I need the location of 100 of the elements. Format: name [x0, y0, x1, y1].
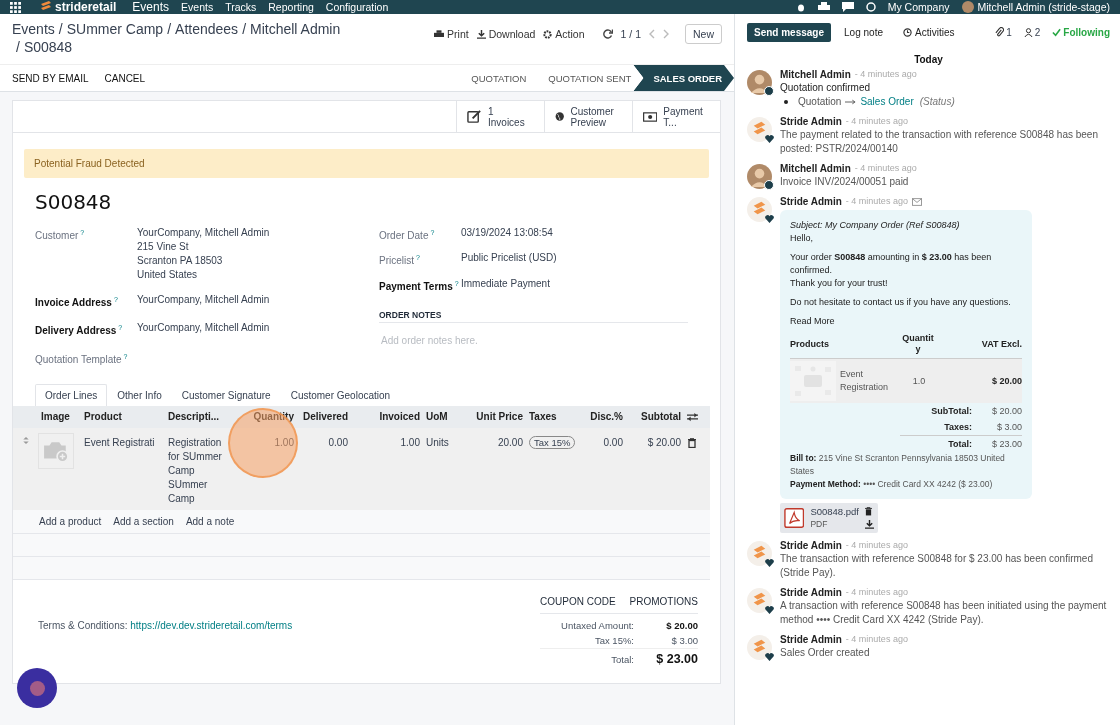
breadcrumb-item[interactable]: Events: [12, 21, 55, 37]
chat-icon[interactable]: [841, 2, 854, 12]
user-avatar[interactable]: [961, 1, 974, 13]
tab[interactable]: Other Info: [107, 384, 172, 406]
printer-icon[interactable]: [817, 2, 830, 12]
field-value[interactable]: YourCompany, Mitchell Admin 215 Vine St Scranton PA 18503 United States: [137, 226, 379, 282]
apps-menu-icon[interactable]: [10, 1, 21, 13]
drag-handle-icon[interactable]: [23, 436, 29, 445]
tab[interactable]: Order Lines: [35, 384, 108, 406]
breadcrumb-item[interactable]: SUmmer Camp: [66, 21, 164, 37]
field-value[interactable]: 03/19/2024 13:08:54: [461, 226, 698, 244]
author-name: Stride Admin: [780, 539, 842, 552]
column-header[interactable]: Delivered: [297, 411, 351, 423]
file-type: PDF: [810, 518, 829, 530]
author-name: Stride Admin: [780, 633, 842, 646]
column-header[interactable]: Taxes: [526, 411, 578, 423]
smart-button[interactable]: 1 Invoices: [456, 101, 544, 132]
footer-button[interactable]: PROMOTIONS: [629, 596, 698, 607]
smart-button[interactable]: Customer Preview: [544, 101, 632, 132]
column-header: Products: [790, 337, 830, 351]
total-label: Total:: [610, 653, 634, 667]
payment-method-text: Payment Method: •••• Credit Card XX 4242 ($ 23.00): [790, 478, 994, 491]
chatter-button[interactable]: Send message: [747, 22, 832, 42]
field-label: Customer $^{?}$: [35, 228, 86, 244]
field-label: Pricelist $^{?}$: [379, 253, 421, 269]
column-header[interactable]: Descripti...: [165, 411, 237, 423]
trash-icon[interactable]: [865, 507, 872, 516]
read-more-link[interactable]: Read More: [790, 316, 835, 326]
attachment-card[interactable]: S00848.pdf PDF: [780, 503, 878, 533]
app-name[interactable]: Events: [132, 0, 170, 14]
company-switcher[interactable]: My Company: [887, 1, 950, 13]
total-label: Tax 15%:: [593, 634, 634, 648]
heart-icon: [765, 606, 774, 614]
field-value[interactable]: Public Pricelist (USD): [461, 251, 698, 269]
column-header[interactable]: Product: [81, 411, 165, 423]
column-header[interactable]: Disc.%: [578, 411, 626, 423]
field-value[interactable]: Immediate Payment: [461, 276, 698, 294]
new-value: Sales Order: [860, 95, 914, 109]
table-cell-text: 20.00: [496, 436, 524, 450]
paperclip-icon: [995, 26, 1005, 38]
field-value[interactable]: YourCompany, Mitchell Admin: [137, 321, 379, 339]
field-label: Invoice Address $^{?}$: [35, 295, 119, 311]
brand-name: strideretail: [55, 0, 117, 14]
download-button[interactable]: Download: [476, 28, 536, 40]
menu-item[interactable]: Configuration: [325, 1, 389, 13]
message-time: - 4 minutes ago: [845, 539, 908, 552]
pdf-icon: [784, 507, 805, 529]
add-line-link[interactable]: Add a product: [39, 516, 102, 527]
message-text: Invoice INV/2024/00051 paid: [780, 175, 910, 189]
footer-button[interactable]: COUPON CODE: [540, 596, 616, 607]
tab[interactable]: Customer Signature: [171, 384, 281, 406]
menu-item[interactable]: Tracks: [225, 1, 257, 13]
fraud-alert: Potential Fraud Detected: [24, 149, 709, 178]
column-header[interactable]: Unit Price: [463, 411, 526, 423]
globe-icon: [555, 109, 565, 124]
check-icon: [1052, 27, 1062, 37]
add-line-link[interactable]: Add a note: [185, 516, 235, 527]
floating-button[interactable]: [17, 668, 57, 708]
total-value: $ 23.00: [655, 651, 698, 668]
trash-icon[interactable]: [688, 438, 696, 448]
message-time: - 4 minutes ago: [845, 195, 908, 208]
tab[interactable]: Customer Geolocation: [280, 384, 401, 406]
menu-item[interactable]: Events: [181, 1, 214, 13]
terms-link[interactable]: https://dev.dev.strideretail.com/terms: [130, 620, 293, 631]
edit-icon: [467, 109, 482, 124]
column-header: VAT Excl.: [980, 337, 1022, 351]
column-header[interactable]: Image: [38, 411, 81, 423]
settings-icon[interactable]: [684, 412, 701, 422]
column-header[interactable]: Invoiced: [363, 411, 423, 423]
download-icon[interactable]: [865, 520, 874, 529]
author-name: Stride Admin: [780, 195, 842, 208]
chatter-button[interactable]: Log note: [837, 22, 890, 42]
header-button[interactable]: CANCEL: [104, 65, 146, 91]
breadcrumb-item[interactable]: Mitchell Admin: [250, 21, 341, 37]
new-button[interactable]: New: [685, 24, 722, 44]
header-button[interactable]: SEND BY EMAIL: [12, 65, 89, 91]
person-icon: [1023, 27, 1033, 37]
add-line-link[interactable]: Add a section: [113, 516, 174, 527]
menu-item[interactable]: Reporting: [268, 1, 314, 13]
column-header[interactable]: UoM: [423, 411, 463, 423]
chatter-button[interactable]: Activities: [896, 22, 962, 42]
user-menu[interactable]: Mitchell Admin (stride-stage): [977, 1, 1110, 13]
column-header[interactable]: Subtotal: [626, 411, 684, 423]
field-value[interactable]: YourCompany, Mitchell Admin: [137, 293, 379, 311]
breadcrumb-separator: /: [242, 21, 246, 37]
company-logo-icon: [747, 588, 772, 613]
total-value: $ 20.00: [990, 405, 1022, 418]
date-divider: Today: [914, 54, 943, 65]
followers-button[interactable]: 2: [1023, 26, 1041, 38]
attachments-button[interactable]: 1: [995, 26, 1012, 38]
print-button[interactable]: Print: [434, 28, 469, 40]
action-button[interactable]: Action: [543, 28, 585, 40]
smart-button[interactable]: Payment T...: [632, 101, 720, 132]
refresh-icon[interactable]: [602, 29, 613, 39]
total-label: Untaxed Amount:: [560, 619, 634, 633]
table-cell-text: Event Registration: [840, 368, 890, 394]
status-stage[interactable]: SALES ORDER: [633, 65, 734, 91]
total-value: $ 23.00: [990, 438, 1022, 451]
breadcrumb-item[interactable]: Attendees: [175, 21, 239, 37]
company-logo-icon: [747, 117, 772, 142]
